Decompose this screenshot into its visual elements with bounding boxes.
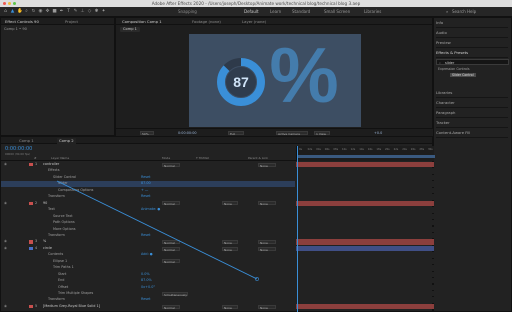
tab-composition[interactable]: Composition Comp 1 xyxy=(120,19,164,25)
tab-layer[interactable]: Layer (none) xyxy=(240,19,268,25)
panel-preview[interactable]: Preview xyxy=(436,38,508,48)
toolbar: ⌂ ▲ ✋ ⌕ ↻ ◉ ✥ ■ ✒ T ✎ ⊥ ◇ ✱ ✦ Snapping D… xyxy=(0,7,512,17)
exposure-value[interactable]: +0.0 xyxy=(374,131,382,135)
workspace-libraries[interactable]: Libraries xyxy=(364,9,381,14)
tab-effect-controls[interactable]: Effect Controls 90 xyxy=(3,19,41,25)
camera-tool-icon[interactable]: ◉ xyxy=(38,9,43,14)
comp-breadcrumb[interactable]: Comp 1 xyxy=(120,27,140,32)
window-title: Adobe After Effects 2020 - /Users/joseph… xyxy=(151,1,361,6)
brush-tool-icon[interactable]: ✎ xyxy=(73,9,78,14)
effects-search-value: slider xyxy=(445,61,455,65)
search-icon: ⌕ xyxy=(439,61,441,65)
shape-tool-icon[interactable]: ■ xyxy=(52,9,57,14)
project-subtitle: Comp 1 • 90 xyxy=(4,27,27,31)
zoom-tool-icon[interactable]: ⌕ xyxy=(24,9,29,14)
title-bar: Adobe After Effects 2020 - /Users/joseph… xyxy=(0,0,512,7)
roto-tool-icon[interactable]: ✱ xyxy=(94,9,99,14)
zoom-dropdown[interactable]: 50% xyxy=(140,131,154,136)
project-panel: Effect Controls 90 Project Comp 1 • 90 xyxy=(0,17,115,136)
percent-value: 87 xyxy=(233,74,249,90)
panel-tracker[interactable]: Tracker xyxy=(436,118,508,128)
effects-search-input[interactable]: ⌕ slider xyxy=(436,59,509,65)
hand-tool-icon[interactable]: ✋ xyxy=(17,9,23,14)
right-panel: Info Audio Preview Effects & Presets ⌕ s… xyxy=(433,17,512,312)
comp-canvas: 87 % xyxy=(189,34,361,127)
tab-footage[interactable]: Footage (none) xyxy=(190,19,223,25)
minimize-window-button[interactable] xyxy=(8,2,11,5)
percent-sign: % xyxy=(269,34,338,119)
percent-graphic: 87 % xyxy=(217,34,339,119)
workspace-small-screen[interactable]: Small Screen xyxy=(324,9,350,14)
panel-libraries[interactable]: Libraries xyxy=(436,88,508,98)
pick-whip-line xyxy=(56,180,259,281)
workspace-default[interactable]: Default xyxy=(244,9,259,14)
pan-behind-tool-icon[interactable]: ✥ xyxy=(45,9,50,14)
viewer-timecode[interactable]: 0:00:00:00 xyxy=(178,131,197,135)
pick-whip-stroke xyxy=(56,180,258,280)
timeline-panel: Comp 1 Comp 2 0:00:00:00 00000 (30.00 fp… xyxy=(0,136,435,312)
rotate-tool-icon[interactable]: ↻ xyxy=(31,9,36,14)
tree-slider-control[interactable]: Slider Control xyxy=(450,73,476,77)
workspace-standard[interactable]: Standard xyxy=(292,9,310,14)
viewer-footer: 50% 0:00:00:00 Full Active Camera 1 View… xyxy=(116,128,434,136)
panel-content-aware-fill[interactable]: Content-Aware Fill xyxy=(436,128,508,138)
panel-effects-presets[interactable]: Effects & Presets xyxy=(436,48,508,58)
type-tool-icon[interactable]: T xyxy=(66,9,71,14)
panel-audio[interactable]: Audio xyxy=(436,28,508,38)
tree-expression-controls[interactable]: Expression Controls xyxy=(438,67,470,71)
composition-viewer: Composition Comp 1 Footage (none) Layer … xyxy=(115,17,434,136)
views-dropdown[interactable]: 1 View xyxy=(314,131,330,136)
stamp-tool-icon[interactable]: ⊥ xyxy=(80,9,85,14)
close-window-button[interactable] xyxy=(3,2,6,5)
pen-tool-icon[interactable]: ✒ xyxy=(59,9,64,14)
tab-project[interactable]: Project xyxy=(63,19,80,25)
panel-character[interactable]: Character xyxy=(436,98,508,108)
eraser-tool-icon[interactable]: ◇ xyxy=(87,9,92,14)
search-help-field[interactable]: Search Help xyxy=(452,9,476,14)
panel-info[interactable]: Info xyxy=(436,18,508,28)
zoom-window-button[interactable] xyxy=(13,2,16,5)
search-icon[interactable]: ⌕ xyxy=(446,9,448,14)
workspace-learn[interactable]: Learn xyxy=(270,9,281,14)
puppet-tool-icon[interactable]: ✦ xyxy=(101,9,106,14)
camera-dropdown[interactable]: Active Camera xyxy=(276,131,308,136)
snapping-toggle[interactable]: Snapping xyxy=(178,9,197,14)
home-icon[interactable]: ⌂ xyxy=(3,9,8,14)
resolution-dropdown[interactable]: Full xyxy=(228,131,244,136)
selection-tool-icon[interactable]: ▲ xyxy=(10,9,15,14)
panel-paragraph[interactable]: Paragraph xyxy=(436,108,508,118)
